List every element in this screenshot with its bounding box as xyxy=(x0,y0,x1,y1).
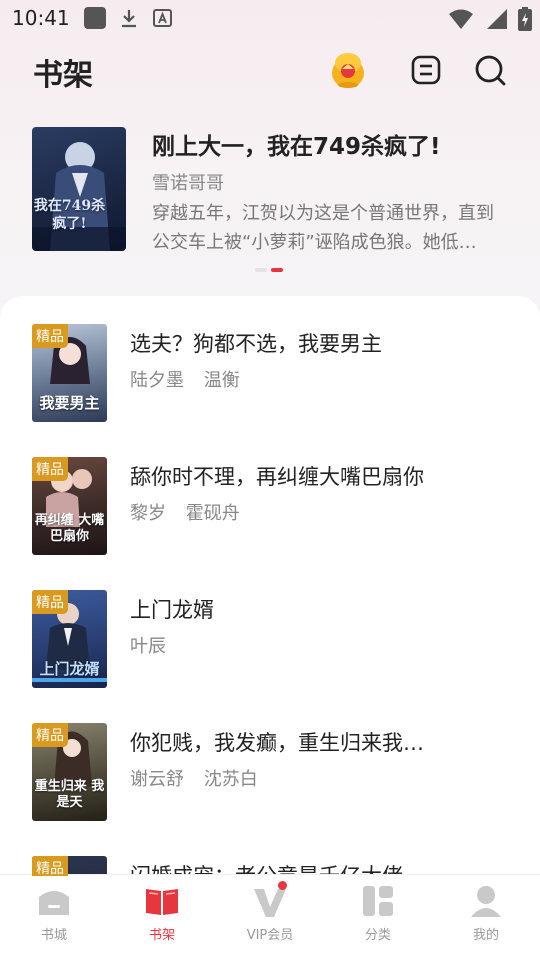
book-authors: 黎岁 霍砚舟 xyxy=(130,499,254,525)
book-cover: 精品 再纠缠 大嘴巴扇你 xyxy=(32,457,107,555)
app-notification-icon xyxy=(83,7,106,29)
featured-book[interactable]: 我在749杀疯了! 刚上大一，我在749杀疯了! 雪诺哥哥 穿越五年，江贺以为这… xyxy=(32,127,508,253)
cover-text: 上门龙婿 xyxy=(39,660,100,678)
featured-cover-text: 我在749杀疯了! xyxy=(33,198,106,232)
nav-label: 我的 xyxy=(472,928,499,943)
status-right xyxy=(448,7,532,35)
book-item[interactable]: 精品 闪婚成宠：老公竟是千亿大佬 xyxy=(32,856,508,876)
book-author: 沈苏白 xyxy=(203,769,258,790)
profile-icon xyxy=(471,886,501,917)
cover-text: 重生归来 我是天 xyxy=(34,779,105,810)
nav-label: VIP会员 xyxy=(246,928,294,943)
nav-label: 分类 xyxy=(364,928,391,943)
cover-text: 我要男主 xyxy=(39,394,100,412)
book-author: 黎岁 xyxy=(130,503,166,524)
premium-badge: 精品 xyxy=(32,590,68,614)
featured-description: 穿越五年，江贺以为这是个普通世界，直到公交车上被“小萝莉”诬陷成色狼。她低… xyxy=(152,203,494,253)
bookshelf-list: 精品 我要男主 选夫？狗都不选，我要男主 陆夕墨 温衡 精品 再纠缠 大嘴巴扇你… xyxy=(0,296,540,876)
book-author: 叶辰 xyxy=(130,636,166,657)
nav-bookshelf[interactable]: 书架 xyxy=(108,875,216,960)
book-cover: 精品 我要男主 xyxy=(32,324,107,422)
carousel-dot xyxy=(255,268,267,272)
wifi-icon xyxy=(448,8,474,34)
nav-bookstore[interactable]: 书城 xyxy=(0,875,108,960)
book-title: 选夫？狗都不选，我要男主 xyxy=(130,332,382,356)
book-authors: 叶辰 xyxy=(130,632,180,658)
book-author: 温衡 xyxy=(203,370,240,391)
status-bar: 10:41 xyxy=(0,0,540,36)
cover-text: 再纠缠 大嘴巴扇你 xyxy=(34,513,105,544)
gift-mascot-icon xyxy=(332,53,364,88)
featured-author: 雪诺哥哥 xyxy=(152,173,224,194)
nav-label: 书城 xyxy=(40,928,67,943)
bookshelf-icon xyxy=(146,889,178,915)
page-title: 书架 xyxy=(33,58,93,93)
nav-label: 书架 xyxy=(148,928,175,943)
book-cover: 精品 重生归来 我是天 xyxy=(32,723,107,821)
download-icon xyxy=(118,7,140,29)
carousel-indicator xyxy=(255,268,283,272)
header: 书架 xyxy=(0,40,540,100)
book-cover: 精品 上门龙婿 xyxy=(32,590,107,688)
book-cover: 精品 xyxy=(32,856,107,876)
book-item[interactable]: 精品 重生归来 我是天 你犯贱，我发癫，重生归来我… 谢云舒 沈苏白 xyxy=(32,723,508,823)
book-title: 你犯贱，我发癫，重生归来我… xyxy=(130,731,424,755)
font-a-icon xyxy=(152,7,174,29)
nav-category[interactable]: 分类 xyxy=(324,875,432,960)
bottom-nav: 书城 书架 VIP会员 分类 我的 xyxy=(0,874,540,960)
book-authors: 谢云舒 沈苏白 xyxy=(130,765,272,791)
menu-button[interactable] xyxy=(406,50,446,90)
notification-dot xyxy=(278,881,287,890)
nav-profile[interactable]: 我的 xyxy=(432,875,540,960)
signal-icon xyxy=(486,8,508,34)
book-author: 谢云舒 xyxy=(130,769,184,790)
book-author: 陆夕墨 xyxy=(130,370,184,391)
search-icon xyxy=(475,55,506,86)
premium-badge: 精品 xyxy=(32,723,68,747)
battery-icon xyxy=(518,7,532,35)
carousel-dot-active xyxy=(271,268,283,272)
book-item[interactable]: 精品 我要男主 选夫？狗都不选，我要男主 陆夕墨 温衡 xyxy=(32,324,508,424)
status-time: 10:41 xyxy=(12,6,70,30)
nav-vip[interactable]: VIP会员 xyxy=(216,875,324,960)
book-item[interactable]: 精品 上门龙婿 上门龙婿 叶辰 xyxy=(32,590,508,690)
premium-badge: 精品 xyxy=(32,856,68,876)
book-title: 上门龙婿 xyxy=(130,598,214,622)
bookstore-icon xyxy=(39,891,69,915)
book-item[interactable]: 精品 再纠缠 大嘴巴扇你 舔你时不理，再纠缠大嘴巴扇你 黎岁 霍砚舟 xyxy=(32,457,508,557)
gift-mascot-button[interactable] xyxy=(328,50,368,90)
book-author: 霍砚舟 xyxy=(185,503,240,524)
list-icon xyxy=(411,55,441,85)
search-button[interactable] xyxy=(470,50,510,90)
premium-badge: 精品 xyxy=(32,457,68,481)
book-title: 舔你时不理，再纠缠大嘴巴扇你 xyxy=(130,465,424,489)
featured-title: 刚上大一，我在749杀疯了! xyxy=(152,134,441,160)
premium-badge: 精品 xyxy=(32,324,68,348)
featured-cover: 我在749杀疯了! xyxy=(32,127,126,251)
book-authors: 陆夕墨 温衡 xyxy=(130,366,254,392)
category-icon xyxy=(363,886,393,916)
